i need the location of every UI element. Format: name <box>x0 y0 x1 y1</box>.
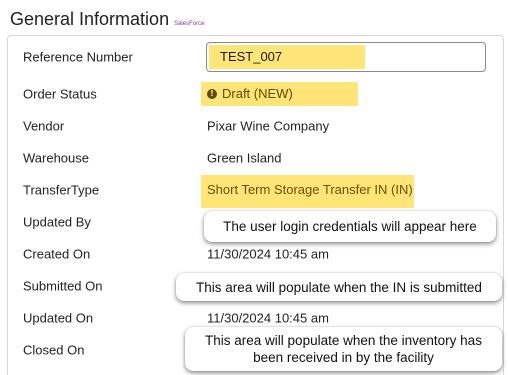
updated-on-value: 11/30/2024 10:45 am <box>207 310 329 326</box>
section-header: General Information SalesForce <box>10 9 204 30</box>
updated-on-label: Updated On <box>23 310 94 326</box>
warehouse-value: Green Island <box>207 150 282 166</box>
row-warehouse: Warehouse Green Island <box>8 142 503 174</box>
warehouse-label: Warehouse <box>23 150 89 166</box>
transfer-type-label: TransferType <box>23 182 100 198</box>
info-icon: ! <box>207 88 217 99</box>
reference-number-value: TEST_007 <box>220 49 283 64</box>
submitted-on-label: Submitted On <box>23 278 103 294</box>
created-on-label: Created On <box>23 246 91 262</box>
order-status-value: Draft (NEW) <box>222 86 293 101</box>
row-vendor: Vendor Pixar Wine Company <box>8 110 503 142</box>
order-status-label: Order Status <box>23 86 97 102</box>
closed-on-label: Closed On <box>23 342 85 358</box>
closed-on-callout: This area will populate when the invento… <box>185 327 502 371</box>
closed-on-callout-line2: been received in by the facility <box>253 350 434 365</box>
submitted-on-callout-text: This area will populate when the IN is s… <box>196 280 482 295</box>
section-title: General Information <box>10 9 170 29</box>
closed-on-callout-line1: This area will populate when the invento… <box>205 333 482 348</box>
transfer-type-value: Short Term Storage Transfer IN (IN) <box>207 182 413 197</box>
row-created-on: Created On 11/30/2024 10:45 am <box>8 238 503 270</box>
created-on-value: 11/30/2024 10:45 am <box>207 246 329 262</box>
order-status-value-wrap: ! Draft (NEW) <box>207 86 293 101</box>
source-tag: SalesForce <box>174 21 205 27</box>
updated-by-label: Updated By <box>23 214 91 230</box>
general-information-panel: Reference Number TEST_007 Order Status !… <box>7 35 504 375</box>
updated-by-callout-text: The user login credentials will appear h… <box>223 219 477 234</box>
vendor-label: Vendor <box>23 118 65 134</box>
updated-by-callout: The user login credentials will appear h… <box>204 211 496 242</box>
vendor-value: Pixar Wine Company <box>207 118 330 134</box>
submitted-on-callout: This area will populate when the IN is s… <box>176 273 502 301</box>
reference-number-label: Reference Number <box>23 49 133 65</box>
